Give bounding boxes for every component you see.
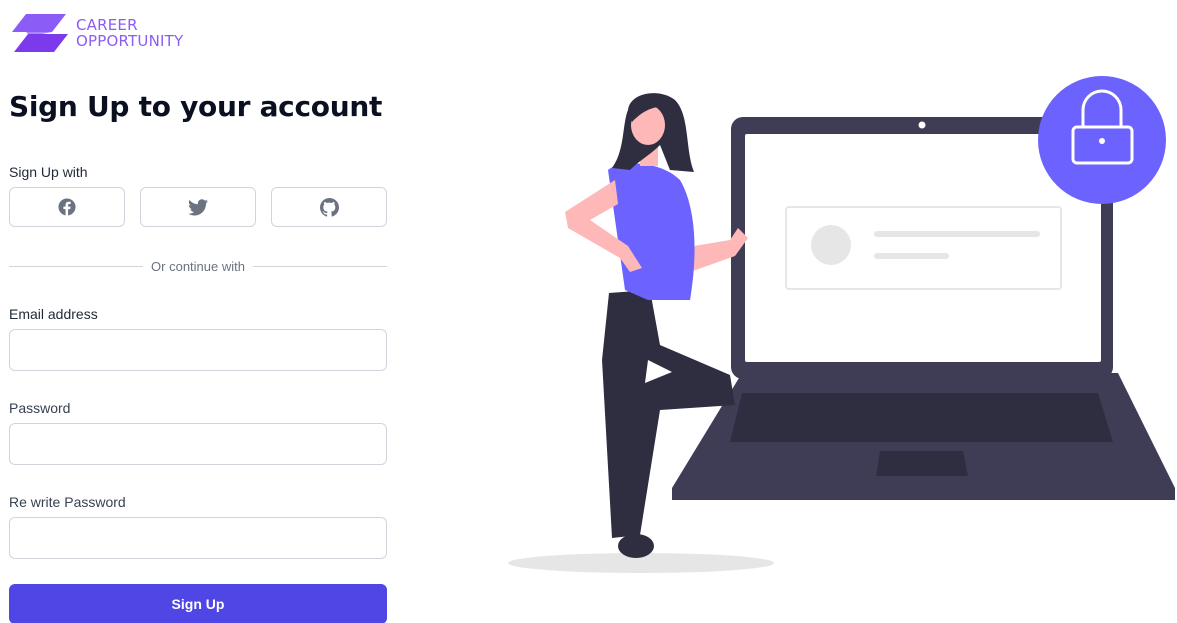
- github-signup-button[interactable]: [271, 187, 387, 227]
- or-continue-divider: Or continue with: [9, 256, 387, 276]
- email-label: Email address: [9, 306, 98, 322]
- rewrite-password-label: Re write Password: [9, 494, 126, 510]
- facebook-icon: [58, 198, 76, 216]
- twitter-icon: [188, 198, 208, 215]
- github-icon: [319, 197, 339, 217]
- social-buttons: [9, 187, 387, 229]
- password-field[interactable]: [9, 423, 387, 465]
- twitter-signup-button[interactable]: [140, 187, 256, 227]
- brand-line-1: CAREER: [76, 16, 138, 34]
- brand-line-2: OPPORTUNITY: [76, 32, 184, 50]
- brand-logo: CAREER OPPORTUNITY: [12, 12, 183, 54]
- email-field[interactable]: [9, 329, 387, 371]
- brand-name: CAREER OPPORTUNITY: [76, 17, 183, 49]
- logo-icon: [12, 14, 68, 52]
- divider-line-right: [252, 265, 387, 267]
- password-label: Password: [9, 400, 71, 416]
- sign-up-with-label: Sign Up with: [9, 164, 88, 180]
- rewrite-password-field[interactable]: [9, 517, 387, 559]
- page-title: Sign Up to your account: [9, 90, 383, 123]
- sign-up-button[interactable]: Sign Up: [9, 584, 387, 623]
- woman-with-laptop-illustration: [508, 76, 1175, 573]
- facebook-signup-button[interactable]: [9, 187, 125, 227]
- divider-line-left: [9, 265, 144, 267]
- signup-page: CAREER OPPORTUNITY Sign Up to your accou…: [0, 0, 1177, 623]
- divider-text: Or continue with: [151, 258, 245, 274]
